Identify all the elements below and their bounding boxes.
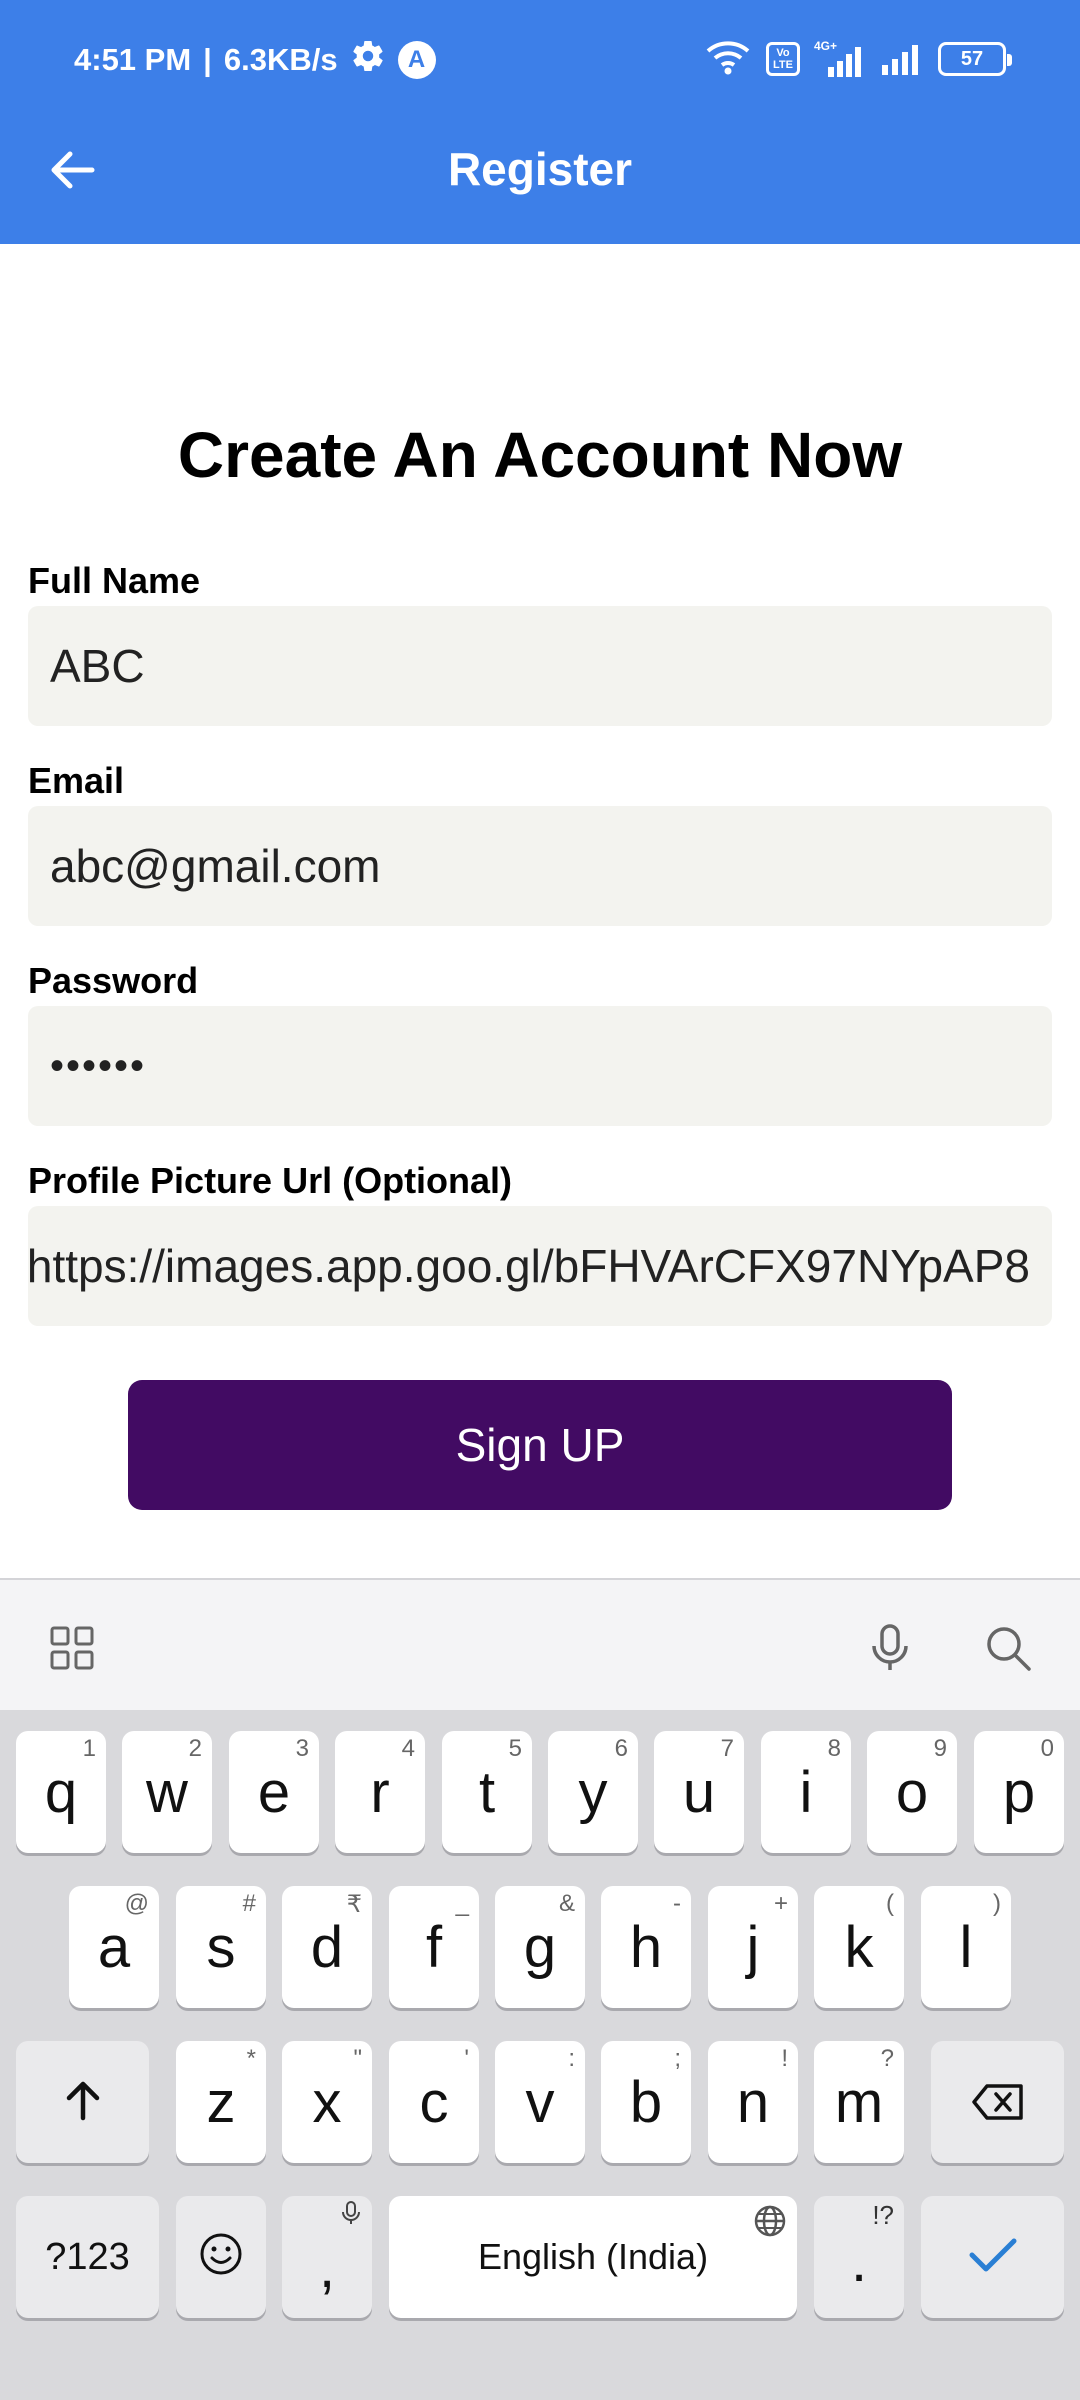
password-label: Password [28, 960, 199, 1001]
a-badge-icon: A [397, 41, 436, 79]
key-c[interactable]: c ' [389, 2041, 479, 2163]
key-o[interactable]: o9 [867, 1731, 957, 1853]
status-left: 4:51 PM | 6.3KB/s A [74, 38, 436, 82]
key-k[interactable]: k( [814, 1886, 904, 2008]
key-r[interactable]: r4 [335, 1731, 425, 1853]
status-separator: | [203, 42, 212, 77]
microphone-small-icon [340, 2200, 362, 2233]
key-h[interactable]: h- [601, 1886, 691, 2008]
key-e[interactable]: e3 [229, 1731, 319, 1853]
backspace-key[interactable] [931, 2041, 1064, 2163]
key-b[interactable]: b; [601, 2041, 691, 2163]
checkmark-icon [967, 2224, 1019, 2291]
key-s[interactable]: s # [176, 1886, 266, 2008]
grid-icon[interactable] [40, 1616, 104, 1680]
full-name-value: ABC [50, 640, 145, 692]
space-key[interactable]: English (India) [389, 2196, 797, 2318]
email-label: Email [28, 760, 125, 801]
key-y[interactable]: y6 [548, 1731, 638, 1853]
key-i[interactable]: i8 [761, 1731, 851, 1853]
symbols-key[interactable]: ?123 [16, 2196, 159, 2318]
key-m[interactable]: m? [814, 2041, 904, 2163]
status-right: Vo LTE 4G+ 57 [704, 36, 1012, 82]
key-p[interactable]: p0 [974, 1731, 1064, 1853]
password-input[interactable]: •••••• [28, 1006, 1052, 1126]
key-n[interactable]: n! [708, 2041, 798, 2163]
key-l[interactable]: l) [921, 1886, 1011, 2008]
key-t[interactable]: t5 [442, 1731, 532, 1853]
gear-icon [350, 38, 386, 82]
key-x[interactable]: x " [282, 2041, 372, 2163]
backspace-icon [971, 2069, 1025, 2136]
period-key[interactable]: . !? [814, 2196, 904, 2318]
profile-url-label: Profile Picture Url (Optional) [28, 1160, 513, 1201]
emoji-key[interactable] [176, 2196, 266, 2318]
password-value: •••••• [50, 1043, 147, 1088]
sign-up-button[interactable]: Sign UP [128, 1380, 952, 1510]
app-bar: Register [0, 118, 1080, 244]
key-g[interactable]: g & [495, 1886, 585, 2008]
key-d[interactable]: d ₹ [282, 1886, 372, 2008]
profile-url-input[interactable]: https://images.app.goo.gl/bFHVArCFX97NYp… [28, 1206, 1052, 1326]
key-z[interactable]: z * [176, 2041, 266, 2163]
volte-icon: Vo LTE [766, 42, 800, 76]
app-bar-title: Register [447, 143, 633, 195]
keyboard-toolbar [0, 1578, 1080, 1710]
email-value: abc@gmail.com [50, 840, 381, 892]
soft-keyboard: q1 w2 e3 r4 t5 y6 u7 i8 o9 p0 a @ s # d ₹ f… [0, 1710, 1080, 2400]
microphone-icon[interactable] [858, 1616, 922, 1680]
key-a[interactable]: a @ [69, 1886, 159, 2008]
status-speed: 6.3KB/s [223, 42, 338, 77]
done-key[interactable] [921, 2196, 1064, 2318]
register-screen: 4:51 PM | 6.3KB/s A Vo LTE 4G+ 57 Regist… [0, 0, 1080, 2400]
key-j[interactable]: j + [708, 1886, 798, 2008]
status-bar: 4:51 PM | 6.3KB/s A Vo LTE 4G+ 57 [0, 0, 1080, 118]
battery-icon: 57 [938, 42, 1012, 76]
wifi-icon [704, 37, 752, 82]
key-u[interactable]: u7 [654, 1731, 744, 1853]
full-name-label: Full Name [28, 560, 201, 601]
signal-icon [880, 37, 924, 82]
profile-url-value: https://images.app.goo.gl/bFHVArCFX97NYp… [28, 1240, 1030, 1292]
arrow-up-icon [61, 2069, 105, 2136]
globe-icon [753, 2204, 787, 2247]
key-f[interactable]: f _ [389, 1886, 479, 2008]
top-bar: 4:51 PM | 6.3KB/s A Vo LTE 4G+ 57 Regist… [0, 0, 1080, 244]
comma-key[interactable]: , [282, 2196, 372, 2318]
smiley-icon [198, 2224, 244, 2291]
signal-4g-icon: 4G+ [814, 39, 866, 79]
search-icon[interactable] [976, 1616, 1040, 1680]
shift-key[interactable] [16, 2041, 149, 2163]
key-w[interactable]: w2 [122, 1731, 212, 1853]
full-name-input[interactable]: ABC [28, 606, 1052, 726]
status-time: 4:51 PM [74, 42, 192, 77]
key-q[interactable]: q1 [16, 1731, 106, 1853]
form-heading: Create An Account Now [177, 419, 903, 491]
key-v[interactable]: v: [495, 2041, 585, 2163]
email-input[interactable]: abc@gmail.com [28, 806, 1052, 926]
